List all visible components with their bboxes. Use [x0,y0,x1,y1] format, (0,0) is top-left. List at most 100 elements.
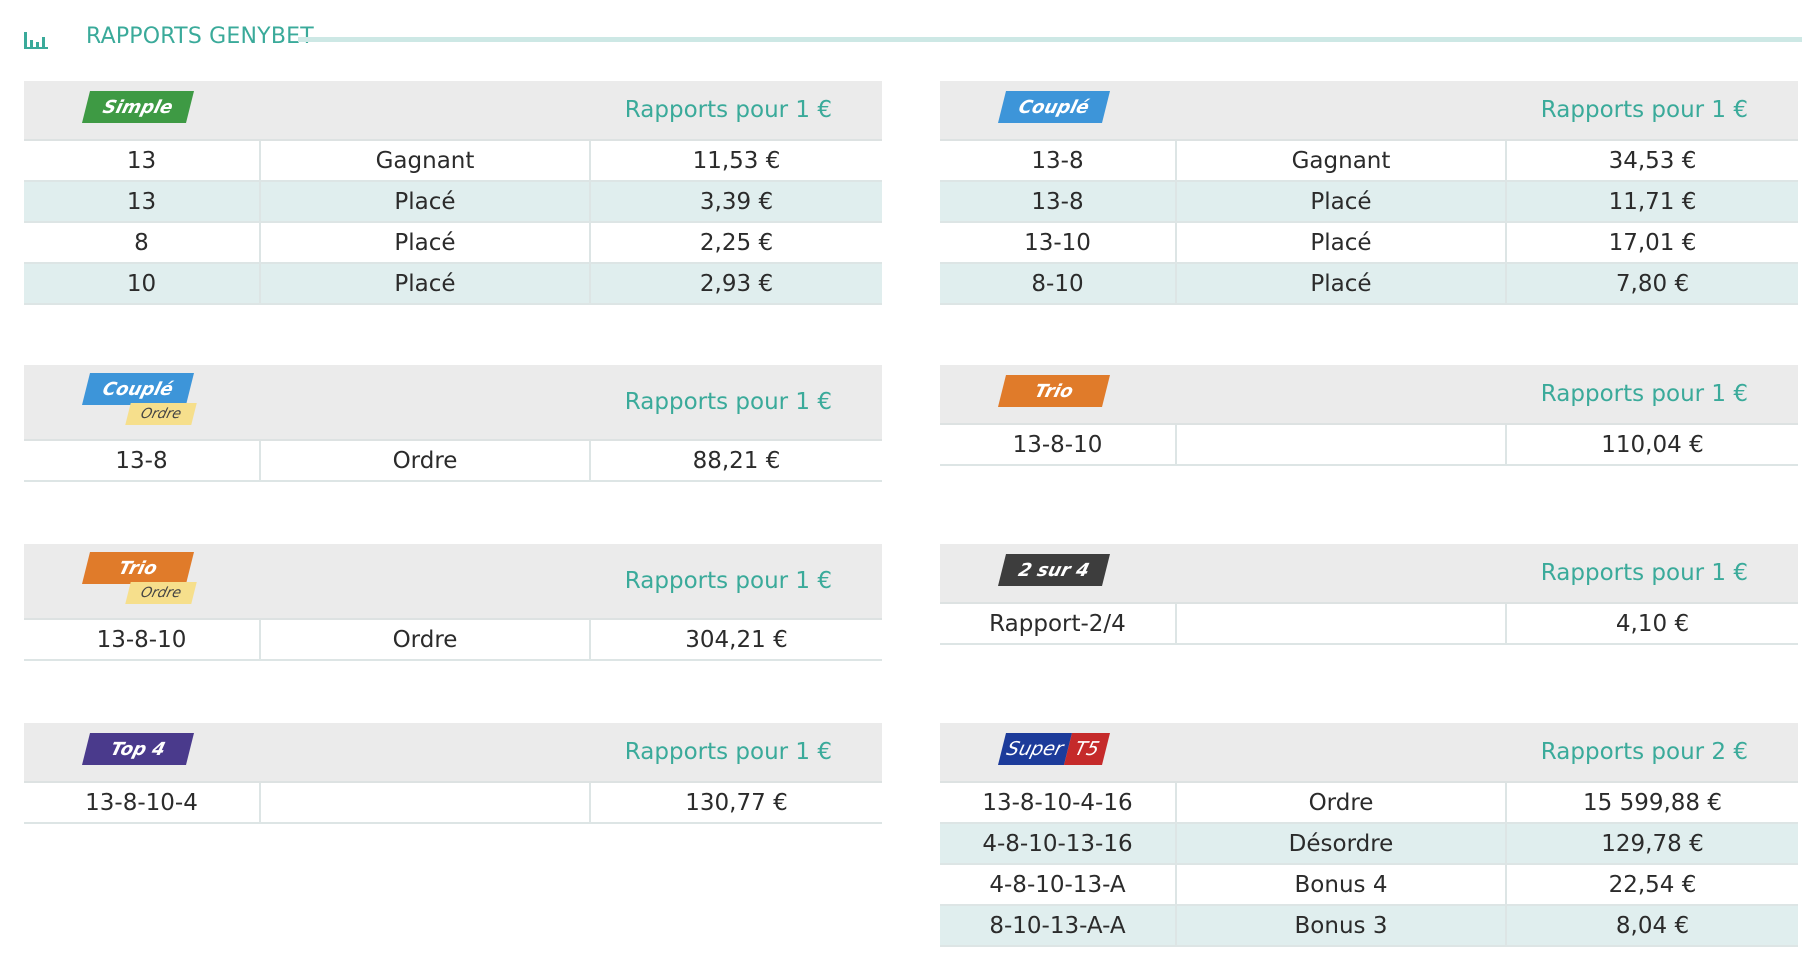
result-type-cell [1175,425,1506,466]
panel-header: Trio Rapports pour 1 € [940,365,1798,425]
table-row: 13 Placé 3,39 € [24,181,882,223]
payout-cell: 11,53 € [589,141,882,182]
combination-cell: 13-8 [24,441,260,482]
payout-table: 13-8-10 Ordre 304,21 € [24,620,882,661]
result-type-cell: Gagnant [1175,141,1506,182]
payout-cell: 2,25 € [589,222,882,264]
badge-label: 2 sur 4 [1016,559,1092,581]
combination-cell: 13-8-10-4-16 [940,783,1176,824]
panel-trio-ordre: Trio Ordre Rapports pour 1 € 13-8-10 Ordr… [24,544,882,661]
payout-label: Rapports pour 1 € [624,97,832,123]
panel-header: 2 sur 4 Rapports pour 1 € [940,544,1798,604]
panel-top-4: Top 4 Rapports pour 1 € 13-8-10-4 130,77 … [24,723,882,824]
panel-couple-ordre: Couplé Ordre Rapports pour 1 € 13-8 Ordre… [24,365,882,482]
header-divider [298,37,1802,42]
panel-header: Simple Rapports pour 1 € [24,81,882,141]
table-row: 8-10-13-A-A Bonus 3 8,04 € [940,905,1798,947]
badge-label: Top 4 [108,738,168,760]
combination-cell: 13-8 [940,181,1176,223]
payout-table: 13-8 Ordre 88,21 € [24,441,882,482]
payout-cell: 34,53 € [1505,141,1798,182]
badge-label: Simple [100,96,176,118]
table-row: 13-8-10 Ordre 304,21 € [24,620,882,661]
badge-label: Couplé [100,378,176,400]
table-row: 13-8 Gagnant 34,53 € [940,141,1798,182]
result-type-cell: Placé [1175,181,1506,223]
combination-cell: 8 [24,222,260,264]
payout-label: Rapports pour 1 € [1540,381,1748,407]
payout-cell: 304,21 € [589,620,882,661]
payout-cell: 88,21 € [589,441,882,482]
payout-table: 13-8-10-4-16 Ordre 15 599,88 € 4-8-10-13-1… [940,783,1798,947]
panel-couple: Couplé Rapports pour 1 € 13-8 Gagnant 34,5… [940,81,1798,305]
payout-cell: 8,04 € [1505,905,1798,947]
panel-header: Couplé Rapports pour 1 € [940,81,1798,141]
table-row: 4-8-10-13-A Bonus 4 22,54 € [940,864,1798,906]
payout-label: Rapports pour 1 € [1540,560,1748,586]
payout-cell: 3,39 € [589,181,882,223]
payout-label: Rapports pour 1 € [624,739,832,765]
combination-cell: 13-8-10 [24,620,260,661]
payout-table: 13-8 Gagnant 34,53 € 13-8 Placé 11,71 € 13-1… [940,141,1798,305]
table-row: 13-8-10 110,04 € [940,425,1798,466]
payout-cell: 17,01 € [1505,222,1798,264]
panel-header: Super T5 Rapports pour 2 € [940,723,1798,783]
table-row: 13-8-10-4 130,77 € [24,783,882,824]
result-type-cell: Bonus 3 [1175,905,1506,947]
badge-sub-label: Ordre [138,406,184,422]
table-row: 13-10 Placé 17,01 € [940,222,1798,264]
payout-table: 13 Gagnant 11,53 € 13 Placé 3,39 € 8 Placé 2,2… [24,141,882,305]
table-row: 13 Gagnant 11,53 € [24,141,882,182]
payout-cell: 110,04 € [1505,425,1798,466]
result-type-cell: Ordre [259,620,590,661]
section-title: RAPPORTS GENYBET [86,24,314,49]
payout-table: Rapport-2/4 4,10 € [940,604,1798,645]
panel-simple: Simple Rapports pour 1 € 13 Gagnant 11,53 … [24,81,882,305]
combination-cell: Rapport-2/4 [940,604,1176,645]
result-type-cell: Bonus 4 [1175,864,1506,906]
payout-cell: 4,10 € [1505,604,1798,645]
section-header: RAPPORTS GENYBET [24,10,1802,50]
payout-cell: 2,93 € [589,263,882,305]
combination-cell: 10 [24,263,260,305]
badge-label: Trio [116,557,160,579]
result-type-cell [1175,604,1506,645]
payout-cell: 22,54 € [1505,864,1798,906]
result-type-cell: Gagnant [259,141,590,182]
panel-header: Top 4 Rapports pour 1 € [24,723,882,783]
combination-cell: 13 [24,181,260,223]
combination-cell: 8-10-13-A-A [940,905,1176,947]
panel-super-t5: Super T5 Rapports pour 2 € 13-8-10-4-16 O… [940,723,1798,947]
result-type-cell: Placé [259,222,590,264]
result-type-cell [259,783,590,824]
combination-cell: 13-8-10 [940,425,1176,466]
badge-label: Trio [1032,380,1076,402]
table-row: 13-8-10-4-16 Ordre 15 599,88 € [940,783,1798,824]
combination-cell: 8-10 [940,263,1176,305]
payout-cell: 15 599,88 € [1505,783,1798,824]
result-type-cell: Placé [259,263,590,305]
combination-cell: 4-8-10-13-A [940,864,1176,906]
payout-label: Rapports pour 1 € [624,389,832,415]
panel-header: Trio Ordre Rapports pour 1 € [24,544,882,620]
combination-cell: 13-10 [940,222,1176,264]
table-row: 8-10 Placé 7,80 € [940,263,1798,305]
payout-label: Rapports pour 1 € [624,568,832,594]
result-type-cell: Placé [1175,222,1506,264]
payout-table: 13-8-10 110,04 € [940,425,1798,466]
badge-sub-label: Ordre [138,585,184,601]
payout-label: Rapports pour 2 € [1540,739,1748,765]
payout-table: 13-8-10-4 130,77 € [24,783,882,824]
table-row: 13-8 Placé 11,71 € [940,181,1798,223]
combination-cell: 13-8 [940,141,1176,182]
combination-cell: 13-8-10-4 [24,783,260,824]
payout-cell: 129,78 € [1505,823,1798,865]
result-type-cell: Ordre [1175,783,1506,824]
payout-cell: 130,77 € [589,783,882,824]
payout-label: Rapports pour 1 € [1540,97,1748,123]
payout-cell: 7,80 € [1505,263,1798,305]
result-type-cell: Placé [1175,263,1506,305]
badge-sub-label: T5 [1072,738,1102,760]
panel-header: Couplé Ordre Rapports pour 1 € [24,365,882,441]
payout-cell: 11,71 € [1505,181,1798,223]
